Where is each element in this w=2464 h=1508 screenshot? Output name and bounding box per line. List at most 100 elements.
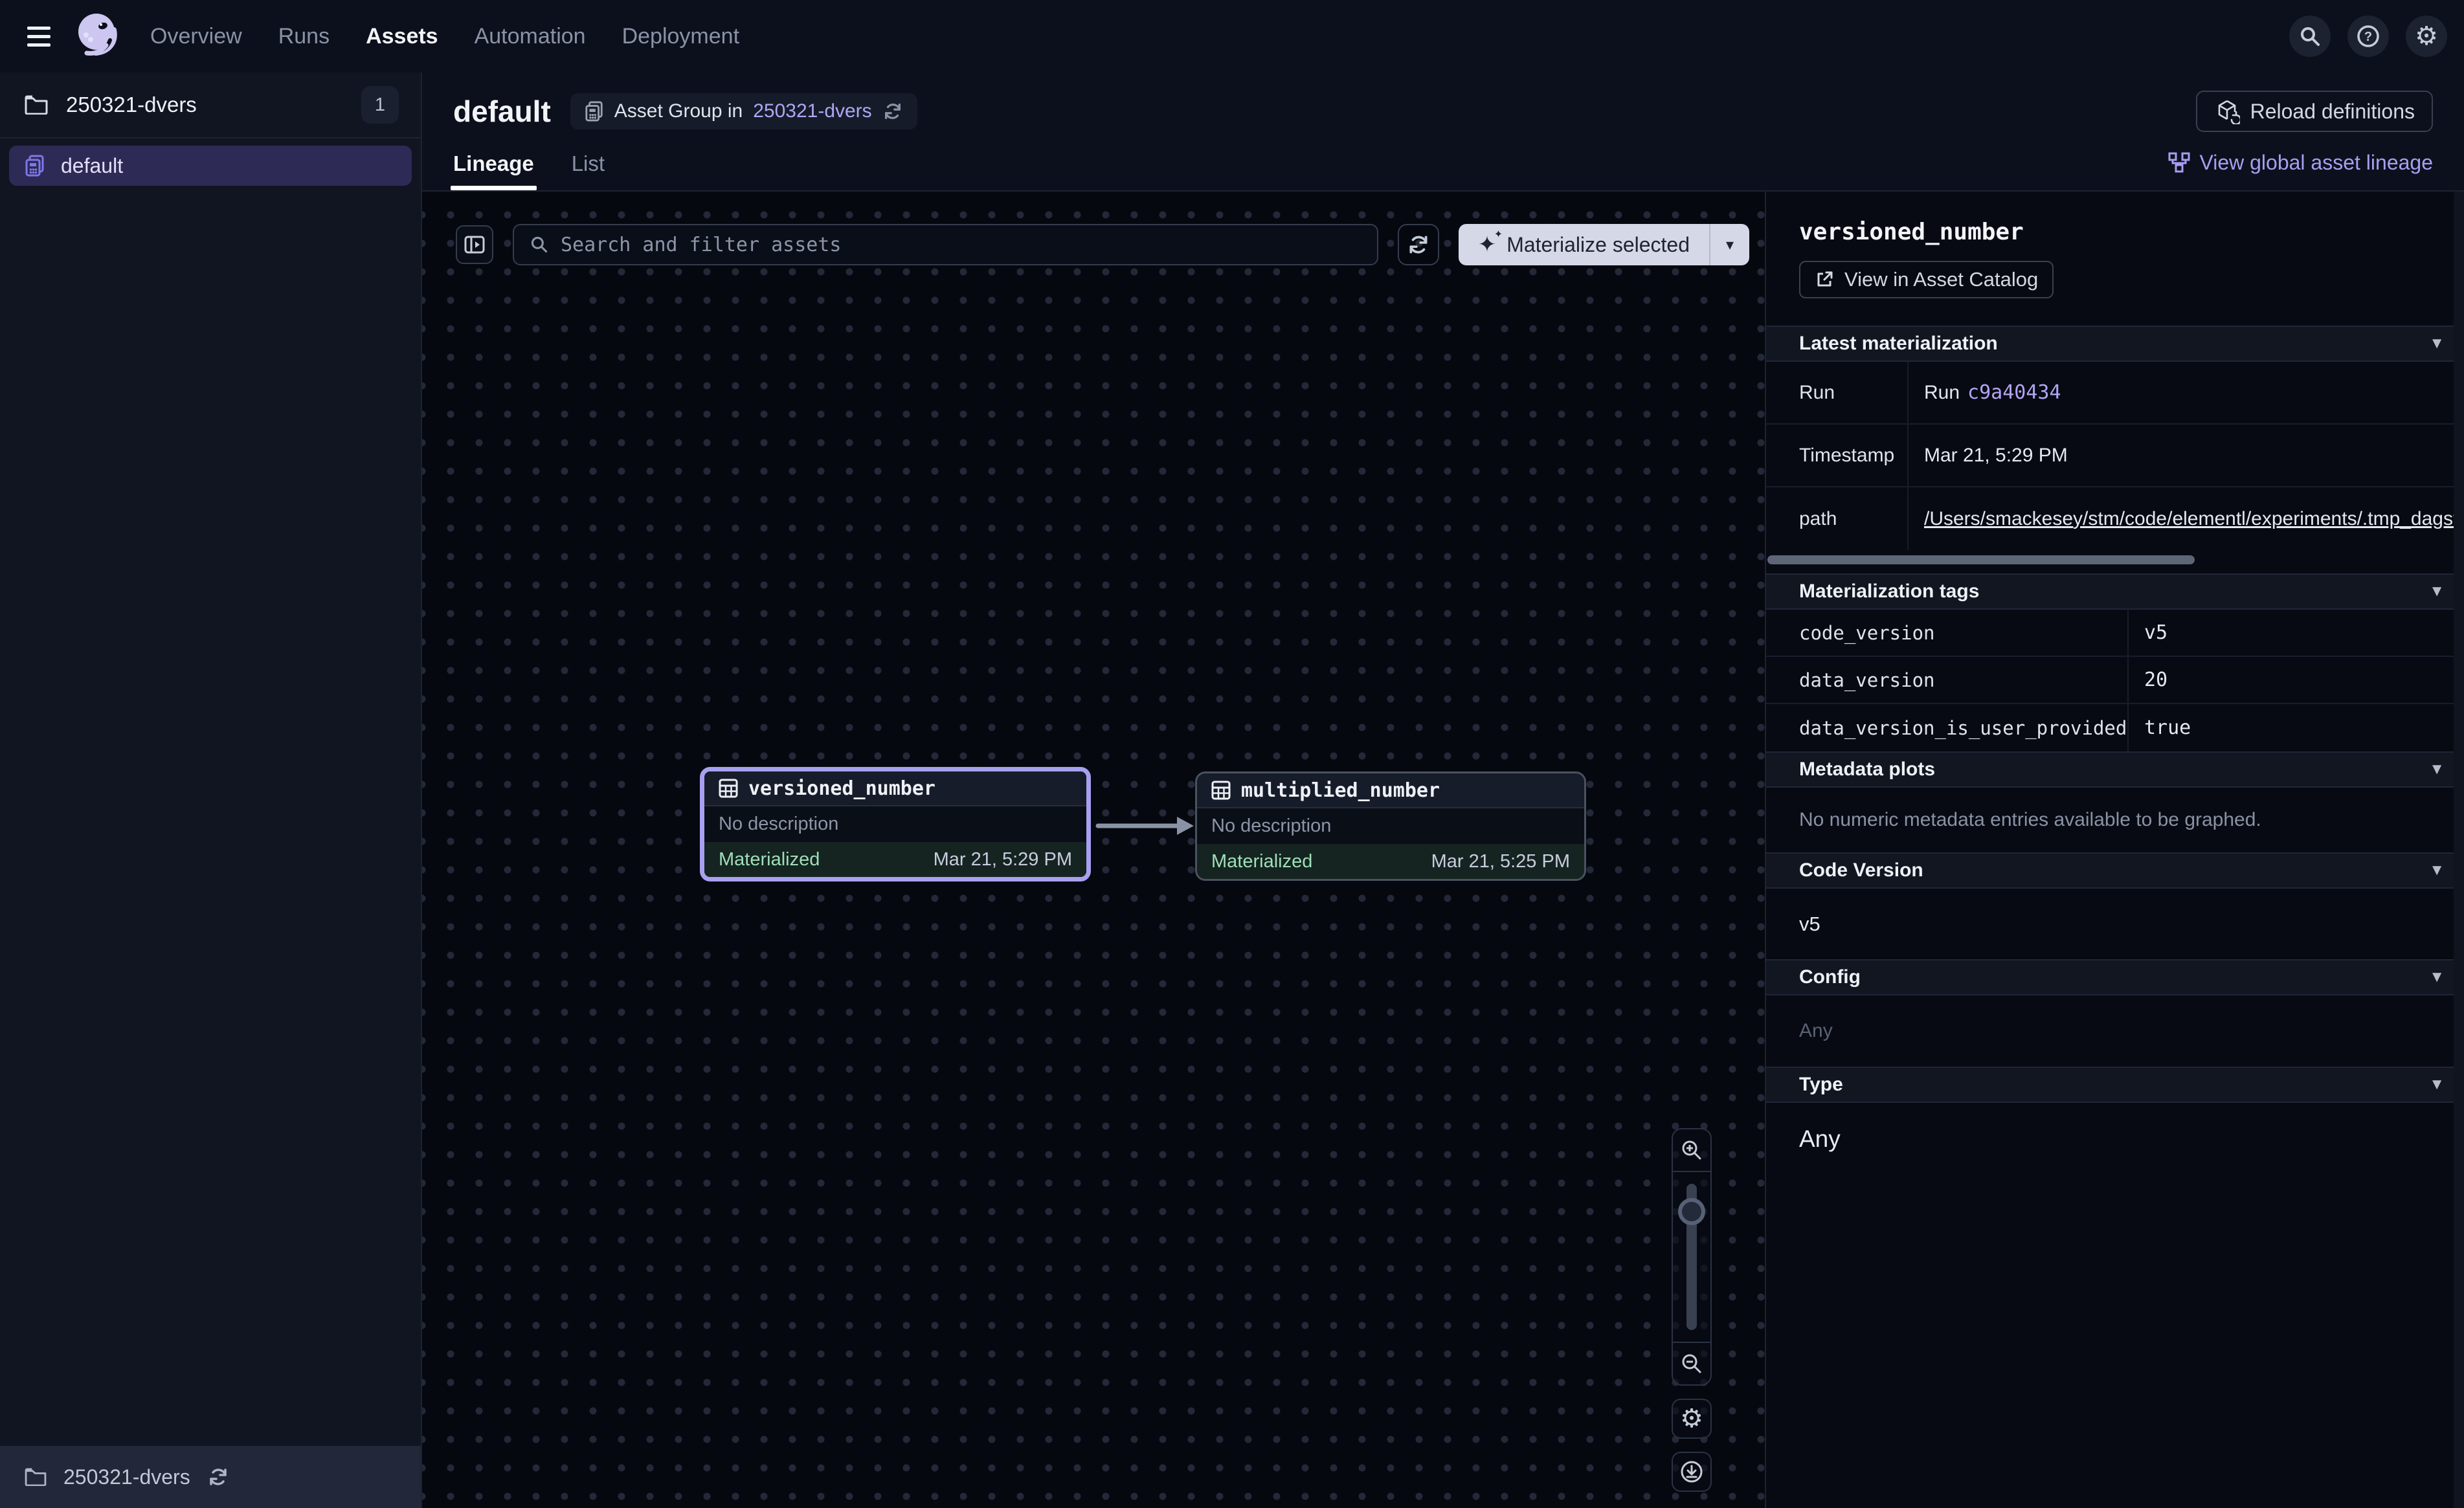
section-latest-materialization[interactable]: Latest materialization ▼ <box>1766 326 2464 362</box>
lineage-edge-arrow <box>1095 808 1198 844</box>
footer-code-location-name: 250321-dvers <box>63 1465 190 1489</box>
type-value: Any <box>1766 1103 2464 1175</box>
menu-icon[interactable] <box>23 17 62 56</box>
asset-node-multiplied-number[interactable]: multiplied_number No description Materia… <box>1195 771 1586 881</box>
zoom-slider-handle[interactable] <box>1678 1198 1705 1225</box>
tab-list[interactable]: List <box>572 151 605 190</box>
materialize-split-button: ✦ Materialize selected ▾ <box>1459 224 1749 265</box>
section-type[interactable]: Type ▼ <box>1766 1067 2464 1103</box>
asset-node-description: No description <box>1197 808 1584 844</box>
dagster-logo-icon[interactable] <box>74 12 123 61</box>
materialized-status: Materialized <box>719 849 820 870</box>
table-row: Timestamp Mar 21, 5:29 PM <box>1766 425 2464 487</box>
row-value: Mar 21, 5:29 PM <box>1909 425 2464 486</box>
latest-materialization-table: Run Run c9a40434 Timestamp Mar 21, 5:29 … <box>1766 362 2464 550</box>
graph-settings-button[interactable]: ⚙ <box>1672 1399 1712 1439</box>
asset-search-box[interactable] <box>513 224 1378 265</box>
zoom-in-button[interactable] <box>1673 1129 1710 1171</box>
section-metadata-plots[interactable]: Metadata plots ▼ <box>1766 751 2464 788</box>
refresh-icon[interactable] <box>207 1466 229 1488</box>
reload-definitions-button[interactable]: Reload definitions <box>2196 91 2433 132</box>
reload-definitions-label: Reload definitions <box>2250 100 2415 124</box>
materialized-status: Materialized <box>1211 851 1312 872</box>
help-button[interactable]: ? <box>2347 16 2389 57</box>
collapse-caret-icon[interactable]: ▼ <box>2429 582 2445 601</box>
section-title: Code Version <box>1799 859 1923 882</box>
settings-button[interactable]: ⚙ <box>2406 16 2447 57</box>
asset-search-input[interactable] <box>561 234 1361 256</box>
view-in-asset-catalog-label: View in Asset Catalog <box>1844 268 2038 291</box>
nav-item-deployment[interactable]: Deployment <box>622 24 739 49</box>
run-value-prefix: Run <box>1924 382 1960 404</box>
sidebar-item-label: default <box>61 154 123 178</box>
gear-icon: ⚙ <box>2415 23 2438 49</box>
collapse-caret-icon[interactable]: ▼ <box>2429 1076 2445 1094</box>
search-icon <box>530 235 549 254</box>
tag-value: v5 <box>2129 610 2464 656</box>
asset-node-name: versioned_number <box>748 777 935 800</box>
folder-icon <box>25 95 48 115</box>
search-button[interactable] <box>2289 16 2331 57</box>
help-icon: ? <box>2356 24 2380 49</box>
tab-lineage[interactable]: Lineage <box>453 151 534 190</box>
top-nav-actions: ? ⚙ <box>2289 16 2447 57</box>
materialization-tags-table: code_version v5 data_version 20 data_ver… <box>1766 610 2464 751</box>
sidebar-item-default[interactable]: default <box>9 146 412 186</box>
materialize-selected-button[interactable]: ✦ Materialize selected <box>1459 224 1709 265</box>
run-id-link[interactable]: c9a40434 <box>1967 381 2061 404</box>
view-in-asset-catalog-button[interactable]: View in Asset Catalog <box>1799 261 2054 298</box>
view-global-asset-lineage-label: View global asset lineage <box>2199 151 2433 175</box>
asset-node-versioned-number[interactable]: versioned_number No description Material… <box>700 767 1091 882</box>
section-title: Metadata plots <box>1799 759 1935 781</box>
reload-cube-icon <box>2214 98 2240 124</box>
materialized-timestamp: Mar 21, 5:29 PM <box>934 849 1072 870</box>
sidebar-footer-code-location[interactable]: 250321-dvers <box>0 1446 421 1508</box>
zoom-out-button[interactable] <box>1673 1343 1710 1384</box>
nav-item-overview[interactable]: Overview <box>150 24 242 49</box>
asset-group-icon <box>25 155 45 177</box>
panel-expand-icon <box>464 234 486 256</box>
horizontal-scrollbar[interactable] <box>1767 555 2195 564</box>
materialize-dropdown-button[interactable]: ▾ <box>1709 224 1749 265</box>
collapse-caret-icon[interactable]: ▼ <box>2429 760 2445 779</box>
section-code-version[interactable]: Code Version ▼ <box>1766 852 2464 889</box>
search-icon <box>2299 25 2321 47</box>
panel-scrollbar-gutter[interactable] <box>2454 192 2464 1508</box>
sidebar-divider <box>0 137 421 139</box>
asset-details-panel: versioned_number View in Asset Catalog L… <box>1765 192 2464 1508</box>
materialize-selected-label: Materialize selected <box>1506 233 1690 257</box>
graph-zoom-controls: ⚙ <box>1672 1128 1712 1492</box>
refresh-graph-button[interactable] <box>1398 224 1439 265</box>
collapse-caret-icon[interactable]: ▼ <box>2429 861 2445 880</box>
toggle-sidebar-panel-button[interactable] <box>456 225 493 264</box>
collapse-caret-icon[interactable]: ▼ <box>2429 968 2445 986</box>
nav-item-runs[interactable]: Runs <box>278 24 330 49</box>
folder-icon <box>25 1468 47 1486</box>
tag-key: data_version_is_user_provided <box>1766 704 2129 751</box>
badge-code-location-link[interactable]: 250321-dvers <box>753 100 871 122</box>
section-config[interactable]: Config ▼ <box>1766 959 2464 995</box>
section-title: Type <box>1799 1074 1843 1096</box>
download-graph-button[interactable] <box>1672 1452 1712 1492</box>
lineage-graph-canvas[interactable]: ✦ Materialize selected ▾ versi <box>422 192 1765 1508</box>
path-link[interactable]: /Users/smackesey/stm/code/elementl/exper… <box>1924 508 2464 530</box>
section-materialization-tags[interactable]: Materialization tags ▼ <box>1766 573 2464 610</box>
zoom-slider[interactable] <box>1673 1171 1710 1343</box>
nav-item-assets[interactable]: Assets <box>366 24 438 49</box>
section-title: Config <box>1799 966 1861 988</box>
primary-nav: Overview Runs Assets Automation Deployme… <box>150 24 739 49</box>
asset-table-icon <box>1211 781 1231 800</box>
view-global-asset-lineage-link[interactable]: View global asset lineage <box>2168 151 2433 190</box>
collapse-caret-icon[interactable]: ▼ <box>2429 335 2445 353</box>
table-row: path /Users/smackesey/stm/code/elementl/… <box>1766 487 2464 550</box>
graph-toolbar: ✦ Materialize selected ▾ <box>456 224 1749 265</box>
lineage-graph-icon <box>2168 152 2190 174</box>
nav-item-automation[interactable]: Automation <box>475 24 586 49</box>
sidebar-code-location-row[interactable]: 250321-dvers 1 <box>0 72 421 137</box>
sparkle-icon: ✦ <box>1478 234 1497 256</box>
asset-group-count-badge: 1 <box>361 86 399 124</box>
refresh-icon[interactable] <box>882 101 903 122</box>
top-nav: Overview Runs Assets Automation Deployme… <box>0 0 2464 72</box>
asset-node-description: No description <box>704 806 1086 842</box>
refresh-icon <box>1407 233 1430 256</box>
